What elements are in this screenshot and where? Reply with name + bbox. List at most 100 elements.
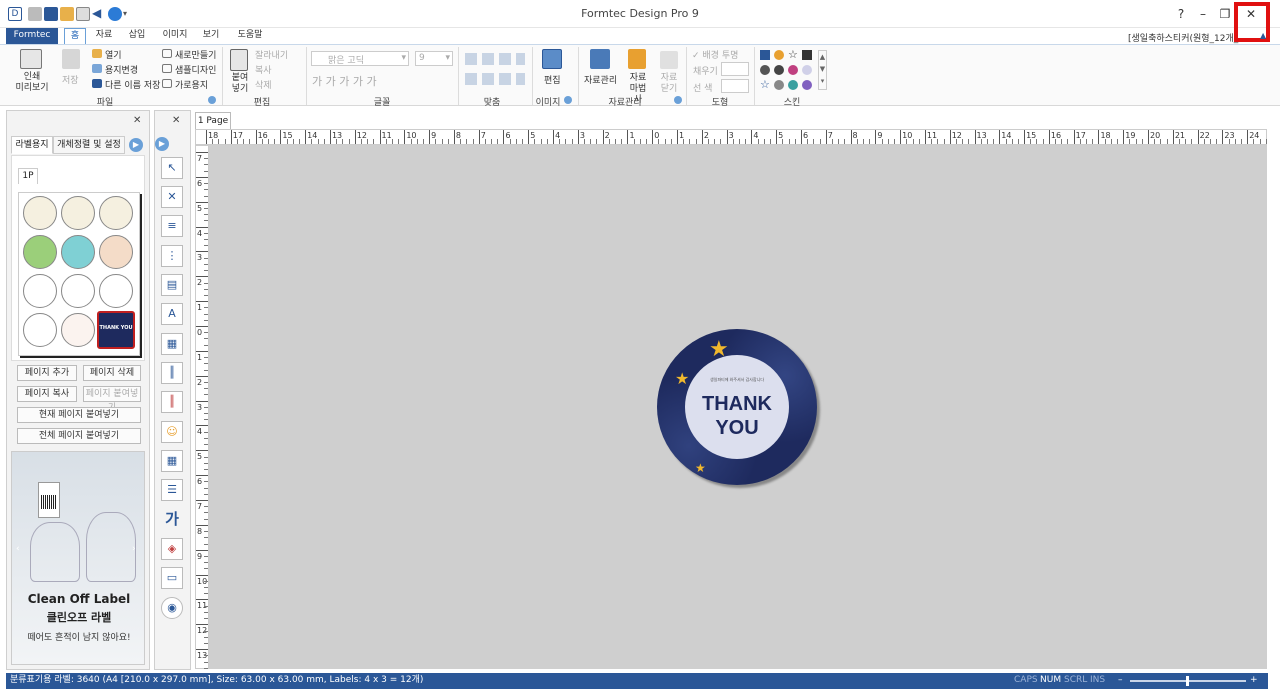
ruler-top-minor-tick — [819, 139, 821, 144]
document-tab[interactable]: 1 Page — [195, 112, 231, 129]
copy-button[interactable]: 복사 — [255, 63, 272, 76]
play-icon[interactable]: ▶ — [155, 137, 169, 151]
carousel-next-icon[interactable]: › — [132, 544, 136, 554]
font-name-select[interactable]: 맑은 고딕 ▾ — [311, 51, 409, 66]
table-tool-icon[interactable]: ▦ — [161, 450, 183, 472]
design-canvas[interactable]: 생일파티에 와주셔서 감사합니다 THANK YOU ★ ★ ★ — [209, 145, 1267, 669]
ruler-top-minor-tick — [1061, 139, 1063, 144]
skin-swatch[interactable] — [774, 80, 784, 90]
sample-design-button[interactable]: 샘플디자인 — [175, 63, 216, 76]
line-color-picker[interactable] — [721, 79, 749, 93]
bg-transparent-checkbox[interactable]: ✓ 배경 투명 — [692, 48, 738, 61]
panel-close-button[interactable]: ✕ — [133, 115, 141, 126]
change-paper-button[interactable]: 용지변경 — [105, 63, 138, 76]
data-close-button[interactable]: 자료 닫기 — [657, 73, 681, 95]
ad-banner[interactable]: ‹ › Clean Off Label 클린오프 라벨 떼어도 흔적이 남지 않… — [11, 451, 145, 665]
tab-object-arrange[interactable]: 개체정렬 및 설정 — [53, 136, 125, 154]
tab-image[interactable]: 이미지 — [158, 28, 192, 44]
text-effect-tool-icon[interactable]: A — [161, 303, 183, 325]
fill-color-picker[interactable] — [721, 62, 749, 76]
qr-code-tool-icon[interactable]: ▦ — [161, 333, 183, 355]
barcode-tool-icon[interactable]: ║ — [161, 362, 183, 384]
ruler-left-minor-tick — [204, 456, 208, 458]
ruler-top-minor-tick — [968, 139, 970, 144]
toolbox-close-button[interactable]: ✕ — [172, 115, 180, 126]
image-tool-icon[interactable]: ☺ — [161, 421, 183, 443]
vertical-text-tool-icon[interactable]: ⋮ — [161, 245, 183, 267]
font-style-buttons[interactable]: 가 가 가 가 가 — [312, 73, 377, 89]
image-edit-button[interactable]: 편집 — [544, 73, 561, 86]
zoom-slider[interactable] — [1130, 676, 1246, 686]
paste-button[interactable]: 붙여 넣기 — [228, 73, 252, 95]
zoom-slider-thumb[interactable] — [1186, 676, 1189, 686]
align-buttons-row2[interactable] — [465, 73, 525, 85]
list-tool-icon[interactable]: ☰ — [161, 479, 183, 501]
landscape-button[interactable]: 가로용지 — [175, 78, 208, 91]
tab-label-paper[interactable]: 라벨용지 — [11, 136, 53, 154]
cut-button[interactable]: 잘라내기 — [255, 48, 288, 61]
select-tool-icon[interactable]: ↖ — [161, 157, 183, 179]
tab-insert[interactable]: 삽입 — [124, 28, 150, 44]
ruler-top-minor-tick — [466, 139, 468, 144]
clipart-tool-icon[interactable]: ◈ — [161, 538, 183, 560]
carousel-prev-icon[interactable]: ‹ — [16, 544, 20, 554]
wine-glass-image — [30, 522, 80, 582]
page-tab-1p[interactable]: 1P — [18, 168, 38, 184]
ruler-top-minor-tick — [745, 139, 747, 144]
font-size-select[interactable]: 9 ▾ — [415, 51, 453, 66]
text-tool-icon[interactable]: 가 — [161, 509, 183, 531]
skin-gallery[interactable]: ☆ ☆ — [760, 48, 816, 91]
open-button[interactable]: 열기 — [105, 48, 122, 61]
copy-page-button[interactable]: 페이지 복사 — [17, 386, 77, 402]
transform-tool-icon[interactable]: ✕ — [161, 186, 183, 208]
barcode-color-tool-icon[interactable]: ║ — [161, 391, 183, 413]
data-manage-button[interactable]: 자료관리 — [584, 73, 617, 86]
paste-current-page-button[interactable]: 현재 페이지 붙여넣기 — [17, 407, 141, 423]
star-icon[interactable]: ☆ — [788, 48, 798, 61]
cd-label-tool-icon[interactable]: ◉ — [161, 597, 183, 619]
text-box-tool-icon[interactable]: ≡ — [161, 215, 183, 237]
skin-swatch[interactable] — [802, 80, 812, 90]
delete-button[interactable]: 삭제 — [255, 78, 272, 91]
tab-help[interactable]: 도움말 — [232, 28, 268, 44]
skin-swatch[interactable] — [774, 65, 784, 75]
ruler-left-minor-tick — [204, 555, 208, 557]
tab-home[interactable]: 홈 — [64, 28, 86, 44]
ribbon-separator — [306, 47, 307, 105]
save-button[interactable]: 저장 — [62, 73, 79, 86]
delete-page-button[interactable]: 페이지 삭제 — [83, 365, 141, 381]
star-icon[interactable]: ☆ — [760, 78, 770, 91]
paste-all-pages-button[interactable]: 전체 페이지 붙여넣기 — [17, 428, 141, 444]
picture-tool-icon[interactable]: ▭ — [161, 567, 183, 589]
tab-view[interactable]: 보기 — [198, 28, 224, 44]
file-group-expand-icon[interactable] — [208, 96, 216, 104]
align-buttons-row1[interactable] — [465, 53, 525, 65]
tab-formtec[interactable]: Formtec — [6, 28, 58, 44]
zoom-in-button[interactable]: + — [1250, 673, 1258, 688]
play-icon[interactable]: ▶ — [129, 138, 143, 152]
zoom-out-button[interactable]: – — [1118, 673, 1123, 688]
paste-page-button[interactable]: 페이지 붙여넣기 — [83, 386, 141, 413]
data-group-expand-icon[interactable] — [674, 96, 682, 104]
thank-you-sticker[interactable]: 생일파티에 와주셔서 감사합니다 THANK YOU ★ ★ ★ — [657, 329, 817, 485]
ruler-top-minor-tick — [1079, 139, 1081, 144]
skin-swatch[interactable] — [788, 80, 798, 90]
new-button[interactable]: 새로만들기 — [175, 48, 216, 61]
image-group-expand-icon[interactable] — [564, 96, 572, 104]
page-thumbnail-panel: 1P THANK YOU — [11, 155, 145, 361]
print-preview-button[interactable]: 인쇄 미리보기 — [12, 72, 52, 94]
skin-swatch[interactable] — [760, 50, 770, 60]
save-as-button[interactable]: 다른 이름 저장 — [105, 78, 160, 91]
skin-swatch[interactable] — [802, 50, 812, 60]
skin-swatch[interactable] — [788, 65, 798, 75]
ruler-top-tick — [800, 130, 802, 144]
skin-swatch[interactable] — [802, 65, 812, 75]
tab-data[interactable]: 자료 — [92, 28, 116, 44]
skin-swatch[interactable] — [774, 50, 784, 60]
add-page-button[interactable]: 페이지 추가 — [17, 365, 77, 381]
skin-scroll[interactable]: ▲ ▼ ▾ — [818, 50, 827, 90]
page-thumbnail[interactable]: THANK YOU — [18, 192, 140, 356]
text-frame-tool-icon[interactable]: ▤ — [161, 274, 183, 296]
ribbon-collapse-icon[interactable]: ▲ — [1260, 31, 1266, 40]
skin-swatch[interactable] — [760, 65, 770, 75]
